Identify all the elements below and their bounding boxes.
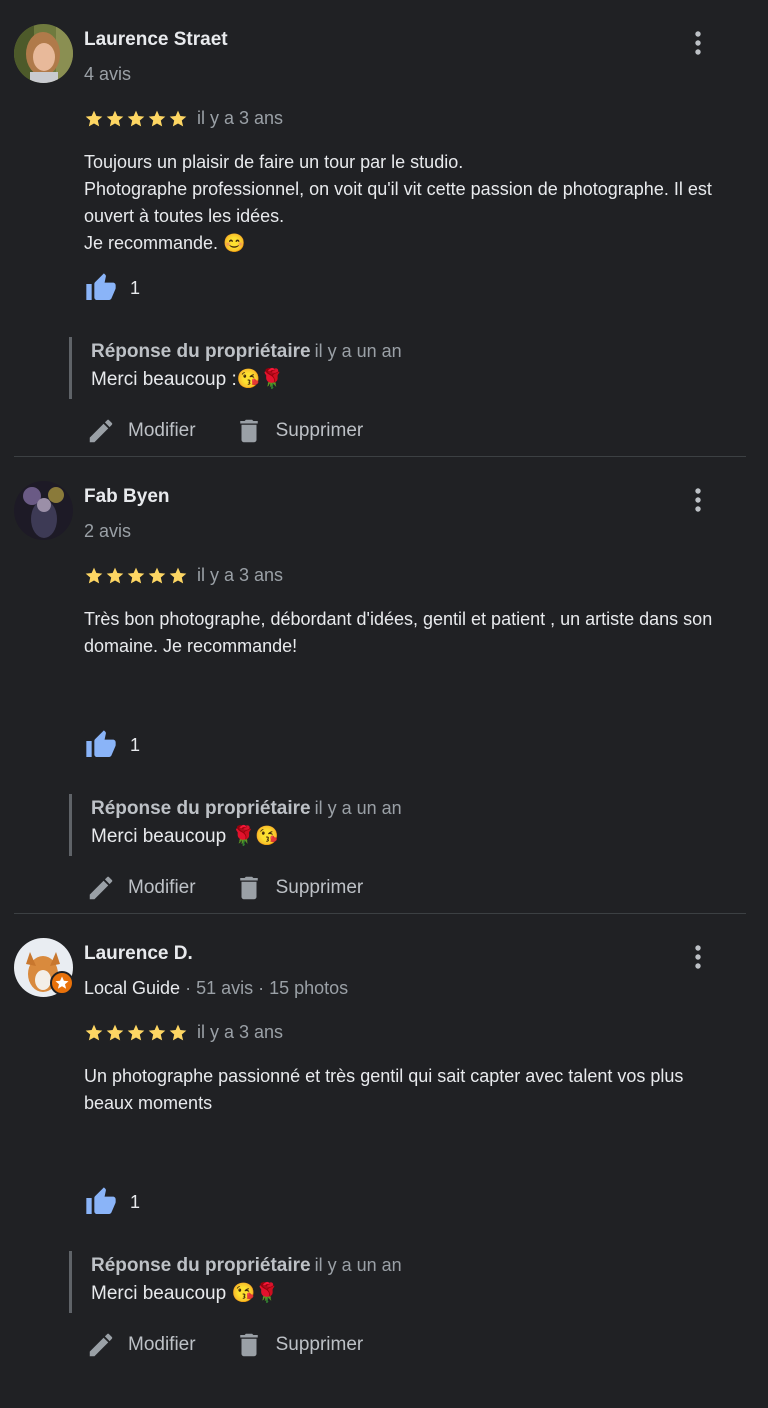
owner-reply: Réponse du propriétaire il y a un an Merc…	[69, 1251, 402, 1313]
star-icon	[106, 567, 124, 583]
review-card: Laurence D. Local Guide · 51 avis · 15 p…	[0, 914, 768, 1408]
star-icon	[85, 1024, 103, 1040]
delete-reply-button[interactable]: Supprimer	[234, 873, 364, 903]
star-icon	[85, 110, 103, 126]
reply-text: Merci beaucoup 😘🌹	[91, 1283, 279, 1304]
star-icon	[148, 567, 166, 583]
reply-date: il y a un an	[314, 1255, 402, 1275]
thumbs-up-icon	[86, 730, 116, 757]
delete-label: Supprimer	[275, 877, 364, 898]
star-icon	[85, 567, 103, 583]
like-count: 1	[130, 734, 141, 755]
review-text: Un photographe passionné et très gentil …	[84, 1063, 734, 1117]
pencil-icon	[89, 419, 113, 443]
star-icon	[127, 110, 145, 126]
reviewer-name[interactable]: Laurence Straet	[84, 29, 228, 51]
trash-icon	[239, 876, 258, 900]
pencil-icon	[89, 876, 113, 900]
pencil-icon	[89, 1333, 113, 1357]
star-icon	[169, 110, 187, 126]
review-text-line: Photographe professionnel, on voit qu'il…	[84, 179, 712, 226]
like-button[interactable]: 1	[84, 729, 140, 761]
delete-reply-button[interactable]: Supprimer	[234, 416, 364, 446]
star-icon	[127, 567, 145, 583]
star-icon	[169, 567, 187, 583]
trash-icon	[239, 1333, 258, 1357]
star-icon	[127, 1024, 145, 1040]
star-rating	[84, 565, 189, 585]
review-date: il y a 3 ans	[197, 108, 284, 128]
star-icon	[148, 110, 166, 126]
like-count: 1	[130, 277, 141, 298]
reply-label: Réponse du propriétaire	[91, 1255, 311, 1276]
reply-actions: Modifier Supprimer	[86, 873, 363, 903]
delete-label: Supprimer	[275, 1334, 364, 1355]
more-options-icon[interactable]	[686, 944, 710, 970]
star-icon	[148, 1024, 166, 1040]
thumbs-up-icon	[86, 1187, 116, 1214]
thumbs-up-icon	[86, 273, 116, 300]
review-text-line: Très bon photographe, débordant d'idées,…	[84, 609, 713, 656]
local-guide-badge-icon	[50, 971, 74, 1000]
reply-date: il y a un an	[314, 341, 402, 361]
reply-date: il y a un an	[314, 798, 402, 818]
edit-label: Modifier	[128, 420, 196, 441]
reviewer-avatar[interactable]	[14, 24, 73, 83]
like-count: 1	[130, 1191, 141, 1212]
more-options-icon[interactable]	[686, 30, 710, 56]
more-options-icon[interactable]	[686, 487, 710, 513]
reviewer-name[interactable]: Fab Byen	[84, 486, 170, 508]
review-text: Toujours un plaisir de faire un tour par…	[84, 149, 734, 257]
delete-reply-button[interactable]: Supprimer	[234, 1330, 364, 1360]
reviewer-avatar[interactable]	[14, 481, 73, 540]
reply-text: Merci beaucoup :😘🌹	[91, 369, 285, 390]
reply-actions: Modifier Supprimer	[86, 416, 363, 446]
edit-reply-button[interactable]: Modifier	[86, 873, 196, 903]
edit-label: Modifier	[128, 1334, 196, 1355]
reviewer-stats: · 51 avis · 15 photos	[180, 978, 349, 998]
review-text-line: Toujours un plaisir de faire un tour par…	[84, 152, 464, 172]
review-date: il y a 3 ans	[197, 1022, 284, 1042]
review-card: Laurence Straet 4 avis il y a 3 ans Touj…	[0, 0, 768, 457]
trash-icon	[239, 419, 258, 443]
reviewer-meta: 4 avis	[84, 64, 132, 84]
like-button[interactable]: 1	[84, 1186, 140, 1218]
local-guide-label: Local Guide	[84, 978, 181, 998]
delete-label: Supprimer	[275, 420, 364, 441]
reviewer-meta: 2 avis	[84, 521, 132, 541]
review-text: Très bon photographe, débordant d'idées,…	[84, 606, 734, 660]
owner-reply: Réponse du propriétaire il y a un an Merc…	[69, 337, 402, 399]
owner-reply: Réponse du propriétaire il y a un an Merc…	[69, 794, 402, 856]
star-rating	[84, 108, 189, 128]
star-icon	[169, 1024, 187, 1040]
reply-text: Merci beaucoup 🌹😘	[91, 826, 279, 847]
review-card: Fab Byen 2 avis il y a 3 ans Très bon ph…	[0, 457, 768, 914]
reply-label: Réponse du propriétaire	[91, 798, 311, 819]
star-rating	[84, 1022, 189, 1042]
edit-reply-button[interactable]: Modifier	[86, 1330, 196, 1360]
edit-label: Modifier	[128, 877, 196, 898]
edit-reply-button[interactable]: Modifier	[86, 416, 196, 446]
review-date: il y a 3 ans	[197, 565, 284, 585]
review-text-line: Un photographe passionné et très gentil …	[84, 1066, 684, 1113]
reply-actions: Modifier Supprimer	[86, 1330, 363, 1360]
reviewer-name[interactable]: Laurence D.	[84, 943, 193, 965]
review-text-line: Je recommande. 😊	[84, 233, 246, 253]
reply-label: Réponse du propriétaire	[91, 341, 311, 362]
reviewer-meta: Local Guide · 51 avis · 15 photos	[84, 978, 348, 999]
star-icon	[106, 110, 124, 126]
star-icon	[106, 1024, 124, 1040]
like-button[interactable]: 1	[84, 272, 140, 304]
